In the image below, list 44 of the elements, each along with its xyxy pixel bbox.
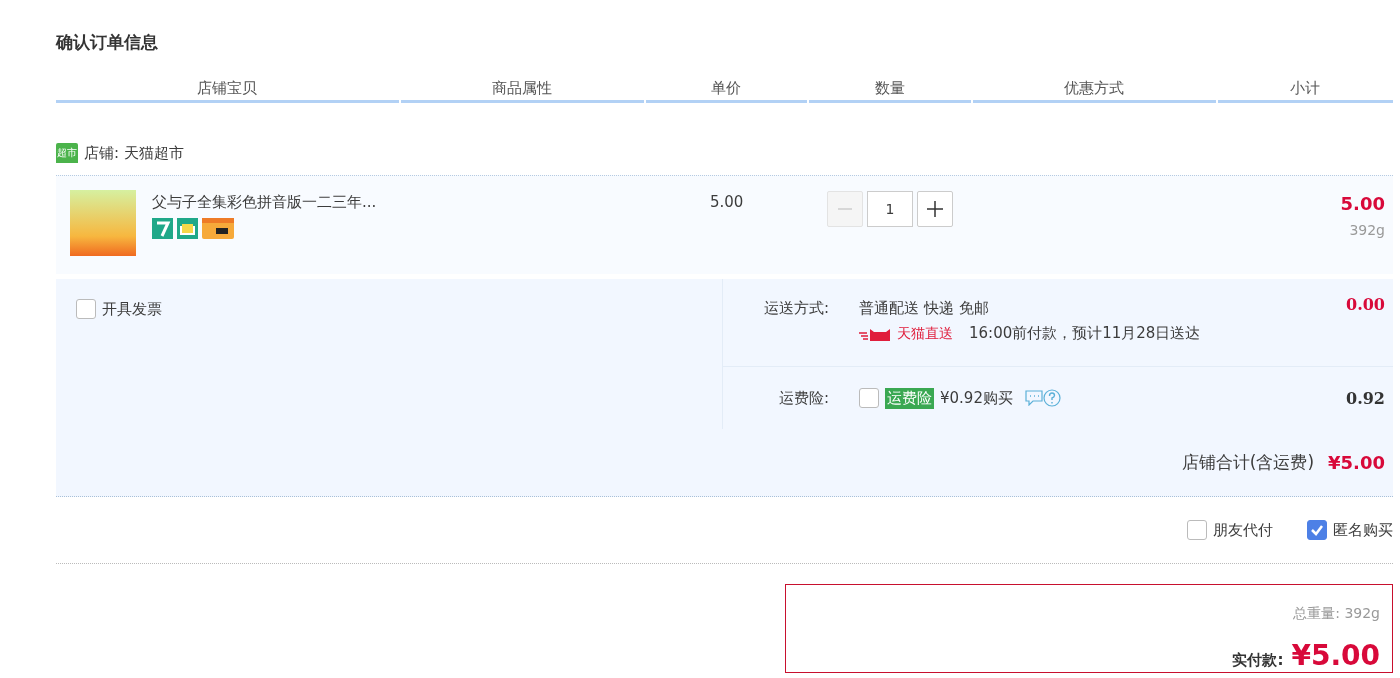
chat-icon[interactable]: [1024, 390, 1043, 406]
column-header: 单价: [645, 79, 808, 103]
insurance-tag: 运费险: [885, 387, 934, 409]
checkbox[interactable]: [859, 388, 879, 408]
insurance-label: 运费险:: [777, 388, 829, 408]
quantity-field[interactable]: 1: [867, 191, 913, 227]
seven-day-icon: [152, 218, 173, 239]
column-header: 优惠方式: [972, 79, 1216, 103]
column-header: 店铺宝贝: [56, 79, 399, 103]
insurance-fee: 0.92: [1346, 388, 1385, 408]
delivery-brand: 天猫直送: [897, 324, 953, 343]
column-header: 数量: [809, 79, 971, 103]
shop-name: 店铺: 天猫超市: [84, 143, 184, 163]
checkmark-icon: [1310, 523, 1324, 537]
column-header: 小计: [1217, 79, 1393, 103]
shop-badge: 超市: [56, 143, 78, 163]
page-title: 确认订单信息: [56, 31, 159, 54]
option-label: 匿名购买: [1333, 520, 1393, 540]
product-image: [70, 190, 136, 256]
shipping-label: 运送方式:: [762, 299, 829, 319]
checkbox[interactable]: [76, 299, 96, 319]
tmall-cat-icon: [859, 326, 893, 341]
payment-label: 实付款:: [1232, 651, 1284, 670]
delivery-eta: 16:00前付款，预计11月28日送达: [969, 324, 1201, 343]
invoice-label: 开具发票: [102, 299, 162, 319]
option-label: 朋友代付: [1213, 520, 1273, 540]
increase-button[interactable]: [917, 191, 953, 227]
card-icon: [202, 218, 234, 239]
store-total-amount: ¥5.00: [1328, 452, 1385, 473]
total-weight: 总重量: 392g: [1293, 605, 1380, 623]
checkbox[interactable]: [1307, 520, 1327, 540]
item-weight: 392g: [1348, 222, 1385, 238]
checkbox[interactable]: [1187, 520, 1207, 540]
unit-price: 5.00: [710, 193, 744, 211]
payment-amount: ¥5.00: [1291, 639, 1380, 672]
plus-icon: [926, 200, 944, 218]
shipping-fee: 0.00: [1346, 295, 1385, 314]
product-title[interactable]: 父与子全集彩色拼音版一二三年...: [152, 180, 466, 212]
insurance-offer: ¥0.92购买: [940, 388, 1013, 408]
column-header: 商品属性: [400, 79, 644, 103]
store-total-label: 店铺合计(含运费): [1181, 451, 1315, 474]
subtotal: 5.00: [1340, 193, 1385, 214]
help-icon[interactable]: [1042, 389, 1061, 407]
shipping-method: 普通配送 快递 免邮: [859, 299, 990, 318]
